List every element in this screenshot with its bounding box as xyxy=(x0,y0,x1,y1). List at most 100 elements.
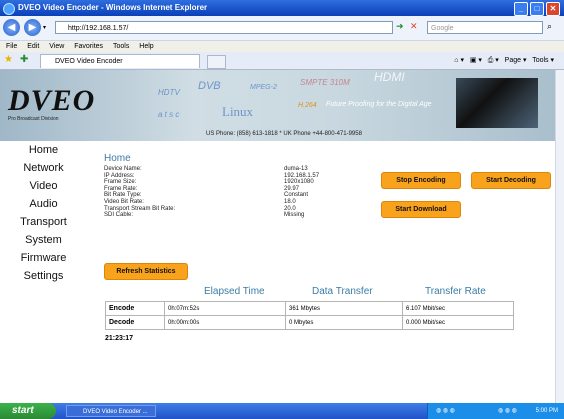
banner-word: MPEG-2 xyxy=(250,84,277,91)
back-button[interactable]: ◀ xyxy=(3,19,20,36)
info-value: 29.97 xyxy=(284,185,300,192)
info-label: IP Address: xyxy=(104,172,135,179)
go-icon[interactable]: ➜ xyxy=(396,21,404,32)
page-menu[interactable]: Page xyxy=(505,57,521,64)
taskbar-item-browser[interactable]: DVEO Video Encoder ... xyxy=(66,405,156,417)
info-value: 18.0 xyxy=(284,198,296,205)
banner-tagline: Future Proofing for the Digital Age xyxy=(326,101,432,108)
info-label: Transport Stream Bit Rate: xyxy=(104,205,176,212)
stats-header-data: Data Transfer xyxy=(312,286,373,297)
cell-elapsed: 0h:00m:00s xyxy=(164,315,286,330)
info-label: Frame Size: xyxy=(104,179,137,186)
nav-network[interactable]: Network xyxy=(0,159,87,177)
banner-phone: US Phone: (858) 613-1818 * UK Phone +44-… xyxy=(206,131,362,137)
minimize-button[interactable]: _ xyxy=(514,2,528,16)
stop-encoding-button[interactable]: Stop Encoding xyxy=(381,172,461,189)
refresh-statistics-button[interactable]: Refresh Statistics xyxy=(104,263,188,280)
stop-icon[interactable]: ✕ xyxy=(410,21,418,32)
table-row: Decode 0h:00m:00s 0 Mbytes 0.000 Mbit/se… xyxy=(105,315,514,330)
info-label: Bit Rate Type: xyxy=(104,192,142,199)
stats-table: Encode 0h:07m:52s 361 Mbytes 6.107 Mbit/… xyxy=(105,301,514,330)
sidebar-nav: Home Network Video Audio Transport Syste… xyxy=(0,141,87,403)
stats-header-rate: Transfer Rate xyxy=(425,286,486,297)
start-button[interactable]: start xyxy=(0,403,56,419)
info-row: SDI Cable: Missing xyxy=(104,212,404,219)
maximize-button[interactable]: □ xyxy=(530,2,544,16)
menu-help[interactable]: Help xyxy=(139,43,153,50)
nav-system[interactable]: System xyxy=(0,231,87,249)
tab-dveo-video-encoder[interactable]: DVEO Video Encoder xyxy=(40,54,200,68)
feeds-icon[interactable]: ▣ xyxy=(470,57,477,64)
print-icon[interactable]: ⎙ xyxy=(488,57,494,64)
info-label: Video Bit Rate: xyxy=(104,198,144,205)
url-input[interactable]: http://192.168.1.57/ xyxy=(55,21,393,34)
page-title: Home xyxy=(104,153,131,164)
menu-file[interactable]: File xyxy=(6,43,17,50)
dveo-logo: DVEO xyxy=(8,84,96,117)
history-dropdown-icon[interactable]: ▾ xyxy=(43,24,46,31)
row-label: Decode xyxy=(105,315,165,330)
clock: 5:00 PM xyxy=(535,408,558,414)
tray-icon[interactable]: ◍ ◍ ◍ xyxy=(498,403,517,419)
tray-icon[interactable]: ◍ ◍ ◍ xyxy=(436,403,455,419)
cell-data: 0 Mbytes xyxy=(285,315,403,330)
start-download-button[interactable]: Start Download xyxy=(381,201,461,218)
banner-word: Linux xyxy=(222,104,254,119)
banner-word: HDTV xyxy=(158,88,180,97)
window-title: DVEO Video Encoder - Windows Internet Ex… xyxy=(18,3,208,12)
system-tray: ◍ ◍ ◍ ◍ ◍ ◍ 5:00 PM xyxy=(427,403,564,419)
info-row: Frame Size: 1920x1080 xyxy=(104,179,404,186)
table-row: Encode 0h:07m:52s 361 Mbytes 6.107 Mbit/… xyxy=(105,301,514,316)
header-banner: DVEO Pro Broadcast Division HDTV DVB MPE… xyxy=(0,70,555,141)
vertical-scrollbar[interactable] xyxy=(555,70,564,403)
info-value: 20.0 xyxy=(284,205,296,212)
tools-menu[interactable]: Tools xyxy=(532,57,548,64)
new-tab-button[interactable] xyxy=(207,55,226,69)
window-titlebar: DVEO Video Encoder - Windows Internet Ex… xyxy=(0,0,564,16)
nav-video[interactable]: Video xyxy=(0,177,87,195)
banner-word: SMPTE 310M xyxy=(300,78,350,87)
add-favorites-icon[interactable]: ✚ xyxy=(20,54,28,65)
info-label: Device Name: xyxy=(104,166,142,172)
info-label: Frame Rate: xyxy=(104,185,138,192)
ie-icon xyxy=(3,3,15,15)
tab-bar: ★ ✚ DVEO Video Encoder ⌂ ▾ ▣ ▾ ⎙ ▾ Page … xyxy=(0,52,564,70)
cell-rate: 0.000 Mbit/sec xyxy=(402,315,514,330)
device-info: Device Name: duma-13 IP Address: 192.168.1… xyxy=(104,166,404,219)
menu-tools[interactable]: Tools xyxy=(113,43,129,50)
toolbar-right: ⌂ ▾ ▣ ▾ ⎙ ▾ Page ▾ Tools ▾ xyxy=(454,57,554,64)
stats-header-elapsed: Elapsed Time xyxy=(204,286,265,297)
logo-subtitle: Pro Broadcast Division xyxy=(8,116,59,122)
nav-home[interactable]: Home xyxy=(0,141,87,159)
nav-audio[interactable]: Audio xyxy=(0,195,87,213)
taskbar: start DVEO Video Encoder ... ◍ ◍ ◍ ◍ ◍ ◍… xyxy=(0,403,564,419)
close-button[interactable]: ✕ xyxy=(546,2,560,16)
banner-word: a t s c xyxy=(158,110,180,119)
start-decoding-button[interactable]: Start Decoding xyxy=(471,172,551,189)
nav-firmware[interactable]: Firmware xyxy=(0,249,87,267)
banner-word: DVB xyxy=(198,80,221,92)
nav-transport[interactable]: Transport xyxy=(0,213,87,231)
info-row: IP Address: 192.168.1.57 xyxy=(104,173,404,180)
banner-word: H.264 xyxy=(298,102,317,109)
menu-favorites[interactable]: Favorites xyxy=(74,43,103,50)
info-row: Frame Rate: 29.97 xyxy=(104,186,404,193)
nav-settings[interactable]: Settings xyxy=(0,267,87,285)
menu-edit[interactable]: Edit xyxy=(27,43,39,50)
info-value: duma-13 xyxy=(284,166,308,172)
favorites-star-icon[interactable]: ★ xyxy=(4,54,13,65)
info-value: 1920x1080 xyxy=(284,179,314,186)
menu-view[interactable]: View xyxy=(49,43,64,50)
menu-bar: File Edit View Favorites Tools Help xyxy=(0,41,564,52)
home-icon[interactable]: ⌂ xyxy=(454,57,458,64)
search-icon[interactable]: ⌕ xyxy=(547,21,552,32)
address-bar: ◀ ▶ ▾ http://192.168.1.57/ ➜ ✕ Google ⌕ xyxy=(0,16,564,41)
forward-button[interactable]: ▶ xyxy=(24,19,41,36)
banner-word: HDMI xyxy=(374,70,405,84)
search-input[interactable]: Google xyxy=(427,21,543,34)
row-label: Encode xyxy=(105,301,165,316)
info-label: SDI Cable: xyxy=(104,212,134,219)
info-row: Bit Rate Type: Constant xyxy=(104,192,404,199)
page-content: DVEO Pro Broadcast Division HDTV DVB MPE… xyxy=(0,70,555,403)
timestamp: 21:23:17 xyxy=(105,335,134,342)
